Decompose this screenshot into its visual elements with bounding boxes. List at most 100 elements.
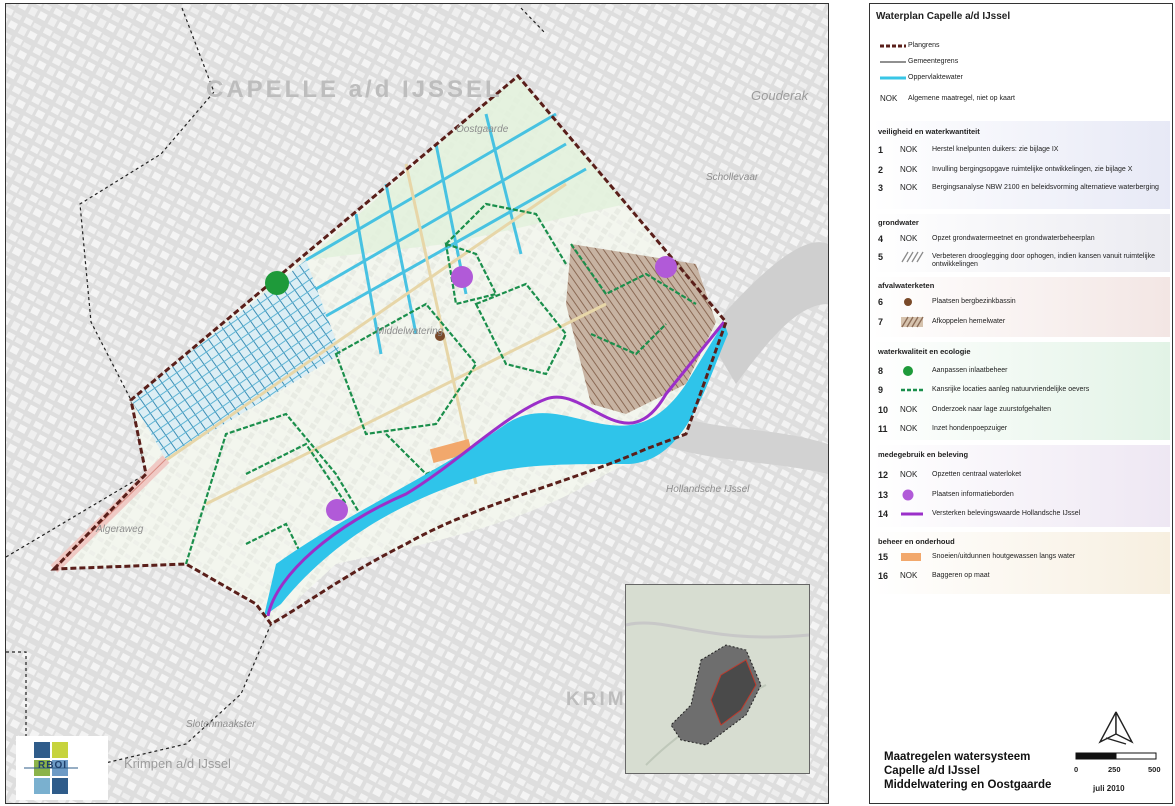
scale-bar: 0 250 500 — [1074, 749, 1161, 774]
legend-section-waterkwaliteit: waterkwaliteit en ecologie 8 Aanpassen i… — [872, 342, 1170, 440]
legend-item: 8 Aanpassen inlaatbeheer — [872, 364, 1174, 378]
city-label-gouderak: Gouderak — [751, 88, 809, 103]
nok-code: NOK — [900, 145, 918, 154]
rboi-logo: RBOI — [16, 736, 108, 800]
scale-label: 250 — [1108, 765, 1121, 774]
legend-label: Kansrijke locaties aanleg natuurvriendel… — [932, 386, 1090, 393]
map-date: juli 2010 — [1093, 784, 1125, 793]
item-number: 8 — [878, 366, 884, 376]
legend-label: Baggeren op maat — [932, 572, 990, 579]
road-label: Slotenmaakster — [186, 719, 256, 730]
map-title-line: Middelwatering en Oostgaarde — [884, 779, 1052, 791]
legend-section-grondwater: grondwater 4 NOK Opzet grondwatermeetnet e… — [872, 214, 1170, 272]
measure-8-dot[interactable] — [265, 271, 289, 295]
item-number: 13 — [878, 490, 889, 500]
legend-item: 5 Verbeteren drooglegging door ophogen, … — [872, 250, 1174, 268]
legend-label: Gemeentegrens — [908, 58, 959, 65]
legend-item: 12 NOK Opzetten centraal waterloket — [872, 468, 1174, 482]
north-arrow-icon — [1098, 711, 1134, 745]
legend-label: Versterken belevingswaarde Hollandsche I… — [932, 510, 1081, 517]
map-frame[interactable]: CAPELLE a/d IJSSEL KRIMPEN a/d IJSSEL Kr… — [5, 3, 829, 804]
rboi-logo-text: RBOI — [38, 760, 67, 771]
legend-section-afvalwaterketen: afvalwaterketen 6 Plaatsen bergbezinkbas… — [872, 277, 1170, 337]
measure-13-dot[interactable] — [655, 256, 677, 278]
legend-label: Plaatsen bergbezinkbassin — [932, 298, 1016, 305]
item-number: 6 — [878, 297, 884, 307]
legend-label: Algemene maatregel, niet op kaart — [908, 95, 1016, 102]
legend-label: Invulling bergingsopgave ruimtelijke ont… — [932, 166, 1133, 173]
dot-brown-icon — [904, 298, 912, 306]
legend-label: Afkoppelen hemelwater — [932, 318, 1006, 325]
legend-item-nok: NOK Algemene maatregel, niet op kaart — [870, 92, 1172, 106]
measure-13-dot[interactable] — [326, 499, 348, 521]
section-heading: afvalwaterketen — [878, 281, 935, 290]
rect-orange-icon — [901, 553, 921, 561]
nok-code: NOK — [880, 94, 898, 103]
item-number: 1 — [878, 145, 884, 155]
overview-inset-map[interactable] — [625, 584, 810, 774]
item-number: 12 — [878, 470, 889, 480]
map-title-line: Capelle a/d IJssel — [884, 765, 980, 777]
section-heading: waterkwaliteit en ecologie — [878, 347, 971, 356]
section-heading: veiligheid en waterkwantiteit — [878, 127, 980, 136]
legend-item: 3 NOK Bergingsanalyse NBW 2100 en beleidsv… — [872, 181, 1174, 195]
legend-label: Inzet hondenpoepzuiger — [932, 425, 1008, 432]
nok-code: NOK — [900, 470, 918, 479]
section-heading: medegebruik en beleving — [878, 450, 969, 459]
legend-section-beheer: beheer en onderhoud 15 Snoeien/uitdunnen… — [872, 532, 1170, 594]
legend-label: Aanpassen inlaatbeheer — [932, 367, 1008, 374]
legend-item-plangrens: Plangrens — [870, 39, 1172, 53]
nok-code: NOK — [900, 571, 918, 580]
legend-item: 4 NOK Opzet grondwatermeetnet en grondwate… — [872, 232, 1174, 246]
city-label-krimpen-small: Krimpen a/d IJssel — [124, 756, 231, 771]
legend-item-oppervlaktewater: Oppervlaktewater — [870, 71, 1172, 85]
scale-label: 500 — [1148, 765, 1161, 774]
legend-label: Plangrens — [908, 42, 940, 49]
road-label: Schollevaar — [706, 172, 759, 183]
legend-label: Opzetten centraal waterloket — [932, 471, 1022, 478]
legend-item: 2 NOK Invulling bergingsopgave ruimtelijke… — [872, 163, 1174, 177]
nok-code: NOK — [900, 165, 918, 174]
road-label: Hollandsche IJssel — [666, 484, 750, 495]
map-title-line: Maatregelen watersysteem — [884, 751, 1031, 763]
legend-item: 11 NOK Inzet hondenpoepzuiger — [872, 422, 1174, 436]
scale-label: 0 — [1074, 765, 1079, 774]
measure-13-dot[interactable] — [451, 266, 473, 288]
legend-label: Oppervlaktewater — [908, 74, 963, 81]
item-number: 2 — [878, 165, 884, 175]
section-heading: grondwater — [878, 218, 919, 227]
road-label: Middelwatering — [376, 326, 444, 337]
legend-item: 10 NOK Onderzoek naar lage zuurstofgehalte… — [872, 403, 1174, 417]
legend-item: 9 Kansrijke locaties aanleg natuurvriend… — [872, 383, 1174, 397]
legend-title: Waterplan Capelle a/d IJssel — [876, 11, 1011, 22]
legend-item: 7 Afkoppelen hemelwater — [872, 315, 1174, 329]
hatch-grey-icon — [901, 251, 924, 263]
item-number: 9 — [878, 385, 884, 395]
section-heading: beheer en onderhoud — [878, 537, 955, 546]
legend-label: Snoeien/uitdunnen houtgewassen langs wat… — [932, 553, 1076, 560]
line-purple-icon — [901, 512, 923, 516]
legend-item: 6 Plaatsen bergbezinkbassin — [872, 295, 1174, 309]
legend-label: Plaatsen informatieborden — [932, 491, 1014, 498]
nok-code: NOK — [900, 234, 918, 243]
dot-purple-icon — [902, 489, 914, 501]
dash-green-icon — [901, 388, 923, 392]
item-number: 10 — [878, 405, 889, 415]
item-number: 7 — [878, 317, 884, 327]
item-number: 4 — [878, 234, 884, 244]
legend-item: 1 NOK Herstel knelpunten duikers: zie bijl… — [872, 143, 1174, 157]
legend-label: Onderzoek naar lage zuurstofgehalten — [932, 406, 1052, 413]
legend-item: 13 Plaatsen informatieborden — [872, 488, 1174, 502]
legend-section-veiligheid: veiligheid en waterkwantiteit 1 NOK Herste… — [872, 121, 1170, 209]
legend-item-gemeentegrens: Gemeentegrens — [870, 55, 1172, 69]
nok-code: NOK — [900, 424, 918, 433]
dot-green-icon — [903, 366, 913, 376]
legend-label: Opzet grondwatermeetnet en grondwaterbeh… — [932, 235, 1095, 242]
item-number: 16 — [878, 571, 889, 581]
road-label: Oostgaarde — [456, 124, 509, 135]
item-number: 5 — [878, 252, 884, 262]
nok-code: NOK — [900, 405, 918, 414]
legend-label: Herstel knelpunten duikers: zie bijlage … — [932, 146, 1059, 153]
legend-item: 15 Snoeien/uitdunnen houtgewassen langs … — [872, 550, 1174, 564]
item-number: 11 — [878, 424, 888, 434]
